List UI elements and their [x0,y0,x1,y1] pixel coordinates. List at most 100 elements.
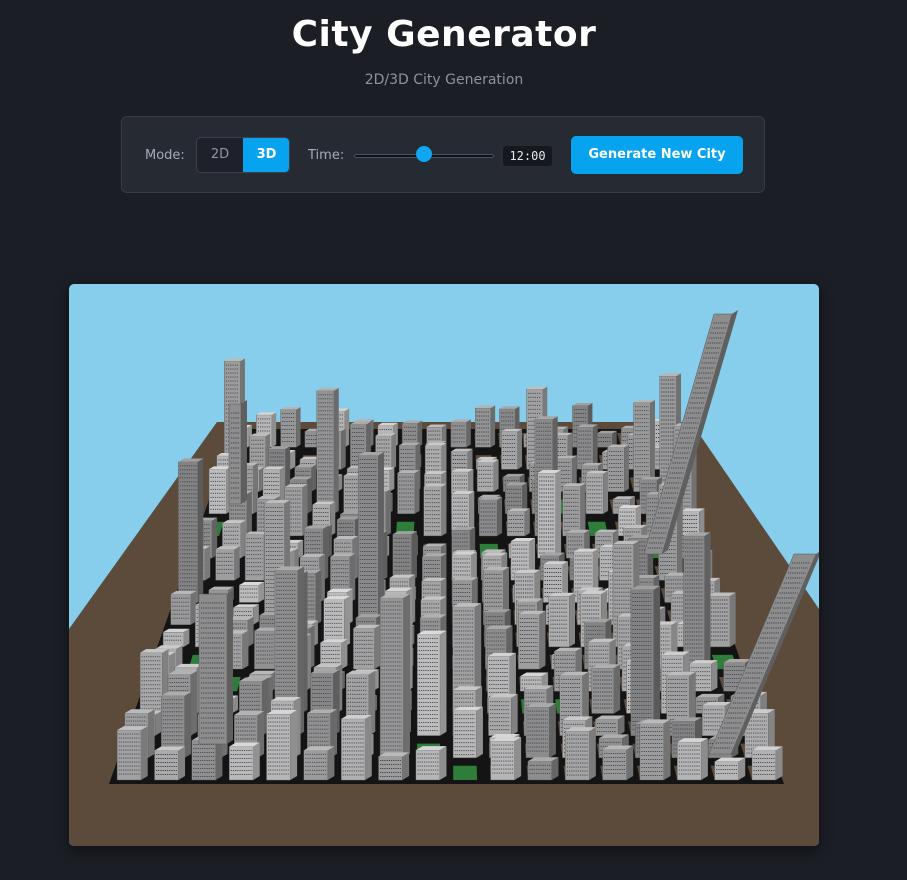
building-side-face [389,467,395,492]
building-side-face [411,531,417,581]
building [116,726,148,781]
time-label: Time: [308,148,345,163]
building-side-face [514,737,522,781]
building [506,508,530,537]
building-side-face [555,469,562,559]
building-side-face [440,630,447,736]
building-side-face [704,532,711,670]
building-side-face [493,459,499,492]
building-front-face [562,486,581,537]
building-side-face [613,664,621,714]
building-side-face [307,476,312,514]
building [450,419,471,448]
city-3d-viewport[interactable] [69,284,819,846]
building [714,757,746,781]
building [630,585,661,736]
building-front-face [215,549,235,581]
building [341,714,372,781]
building-side-face [549,703,556,758]
building [602,745,634,781]
building-front-face [714,761,739,781]
building-side-face [246,491,252,536]
building [565,727,596,781]
building-front-face [417,634,441,736]
building-front-face [479,499,498,537]
mode-toggle: 2D 3D [196,137,290,173]
tower-side [241,400,247,504]
building-side-face [341,428,346,470]
building-side-face [190,670,198,736]
building-front-face [596,433,613,448]
building-side-face [385,488,391,536]
building [379,594,410,758]
building [162,628,190,648]
time-slider-thumb[interactable] [416,146,432,162]
building-front-face [415,749,440,781]
building-side-face [701,738,708,781]
building [639,719,671,781]
building-front-face [316,390,335,514]
building [527,757,559,781]
building-front-face [490,740,515,781]
building [178,458,204,603]
building-side-face [290,710,298,781]
building [479,496,503,537]
building-front-face [602,749,627,781]
generate-city-button[interactable]: Generate New City [571,136,743,174]
building [576,424,598,470]
building-side-face [296,406,301,448]
building-side-face [341,639,348,670]
building-side-face [365,714,372,781]
building-front-face [238,584,259,603]
building-side-face [204,545,211,581]
building-front-face [162,632,184,648]
building [397,470,420,515]
building [422,553,447,581]
building [353,624,381,670]
park-lot [453,765,478,781]
building-side-face [729,592,736,647]
building-side-face [290,449,296,470]
building [316,387,339,514]
building-side-face [148,709,155,758]
mode-2d-button[interactable]: 2D [197,138,243,172]
building-side-face [327,746,335,781]
building [591,664,621,714]
building [751,746,783,781]
building-front-face [751,750,777,781]
building [378,752,410,781]
building [475,405,496,448]
building-side-face [517,428,523,470]
building-side-face [155,710,162,736]
building-side-face [711,660,718,692]
building [518,610,546,670]
building-side-face [374,624,381,670]
building [303,746,335,781]
building-front-face [266,713,291,781]
building [266,710,298,781]
building-side-face [511,693,518,736]
building-side-face [441,483,447,536]
mode-3d-button[interactable]: 3D [243,138,289,172]
building [477,459,499,492]
building [415,746,447,781]
building-side-face [539,610,546,670]
building [215,546,240,581]
building-side-face [391,433,397,470]
building-side-face [441,553,447,581]
building-side-face [234,546,240,581]
building-front-face [341,718,366,781]
tower-side [227,590,233,744]
building [417,630,447,736]
building-side-face [497,496,503,536]
building-side-face [663,719,671,781]
building-front-face [639,723,665,781]
building-side-face [593,424,598,470]
building-side-face [258,581,265,603]
building-front-face [677,741,702,781]
building [208,466,232,515]
building-front-face [228,746,254,781]
building-front-face [154,750,179,781]
building-side-face [247,616,254,647]
city-scene-canvas[interactable] [69,284,819,846]
